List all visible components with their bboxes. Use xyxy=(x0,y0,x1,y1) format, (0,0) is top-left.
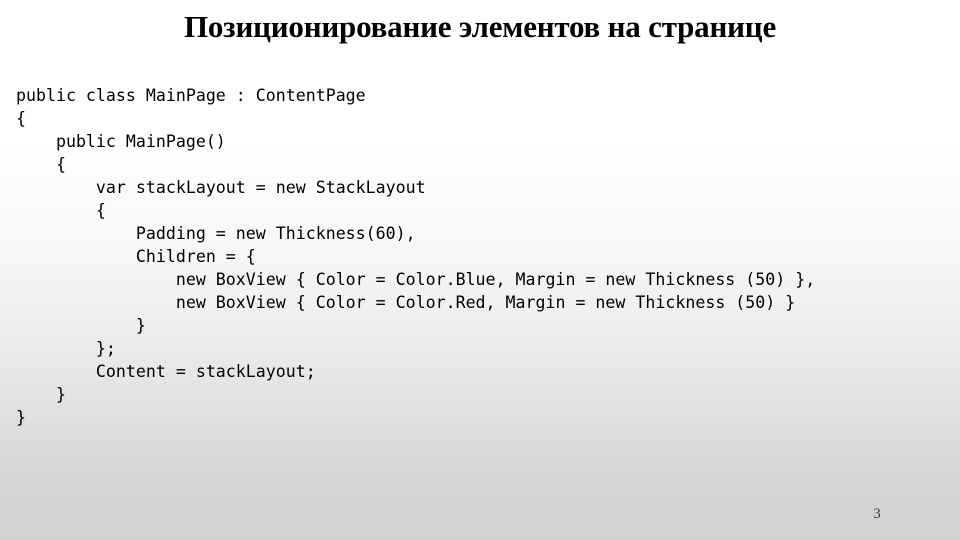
code-line: } xyxy=(16,385,66,404)
code-line: new BoxView { Color = Color.Blue, Margin… xyxy=(16,270,816,289)
code-line: public class MainPage : ContentPage xyxy=(16,86,366,105)
code-line: } xyxy=(16,316,146,335)
code-line: { xyxy=(16,201,106,220)
code-line: Padding = new Thickness(60), xyxy=(16,224,416,243)
code-line: public MainPage() xyxy=(16,132,226,151)
page-title: Позиционирование элементов на странице xyxy=(183,9,777,44)
code-line: { xyxy=(16,155,66,174)
code-line: var stackLayout = new StackLayout xyxy=(16,178,426,197)
code-line: Children = { xyxy=(16,247,256,266)
code-line: }; xyxy=(16,339,116,358)
presentation-slide: Позиционирование элементов на странице p… xyxy=(0,0,960,540)
page-number: 3 xyxy=(873,506,881,522)
code-line: { xyxy=(16,109,26,128)
code-line: new BoxView { Color = Color.Red, Margin … xyxy=(16,293,796,312)
code-block: public class MainPage : ContentPage { pub… xyxy=(16,84,815,429)
code-line: } xyxy=(16,408,26,427)
code-line: Content = stackLayout; xyxy=(16,362,316,381)
